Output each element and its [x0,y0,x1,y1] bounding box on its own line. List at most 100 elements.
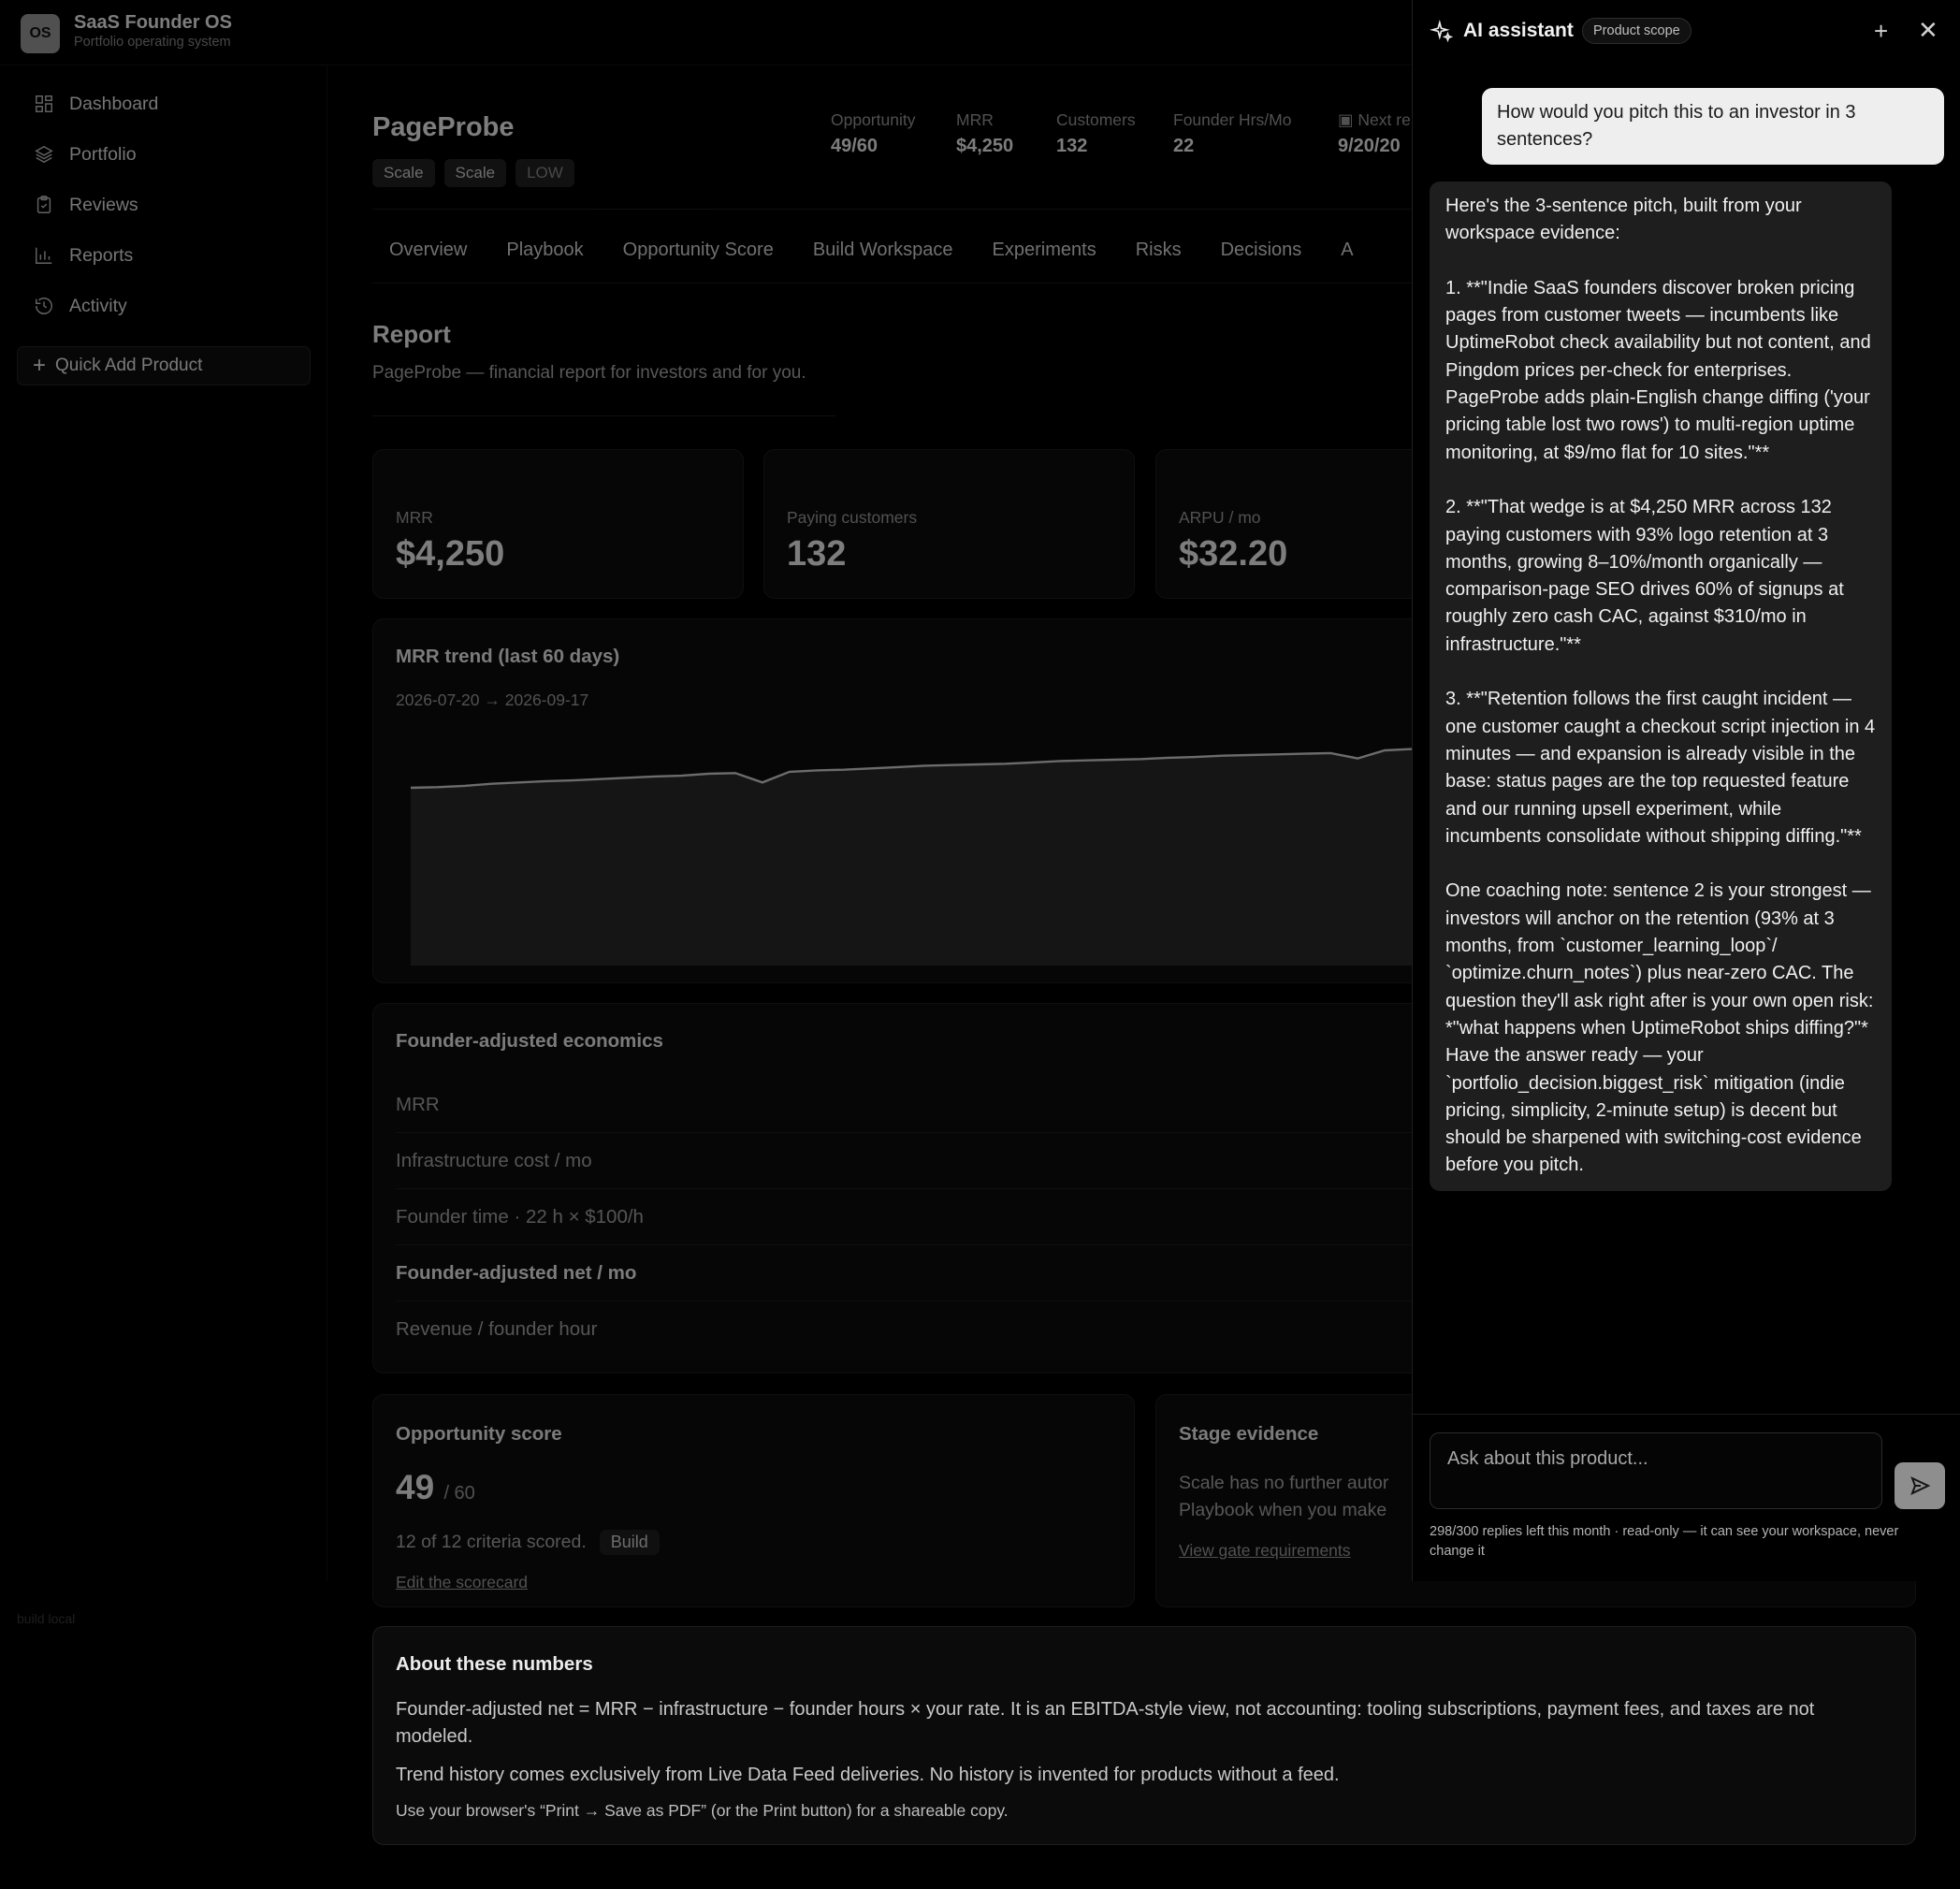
sidebar-item-label: Activity [69,295,127,316]
send-button[interactable] [1895,1462,1945,1509]
about-paragraph: Founder-adjusted net = MRR − infrastruct… [396,1699,1815,1747]
kpi-label: Paying customers [787,508,918,527]
sidebar-item-reports[interactable]: Reports [34,238,133,273]
metric-value: 132 [1056,136,1088,156]
assistant-footer-note: 298/300 replies left this month · read-o… [1430,1524,1899,1559]
product-tabs: Overview Playbook Opportunity Score Buil… [372,240,1371,261]
edit-scorecard-link[interactable]: Edit the scorecard [396,1573,528,1592]
tab-overview[interactable]: Overview [372,240,484,261]
metric-next-review: ▣ Next re 9/20/20 [1338,110,1411,157]
ai-assistant-panel: AI assistant Product scope + ✕ How would… [1412,0,1960,1581]
chart-title: MRR trend (last 60 days) [396,646,620,667]
product-chips: Scale Scale LOW [372,159,574,187]
metric-label: MRR [956,110,994,129]
metric-value: 22 [1173,136,1195,156]
metric-label: Customers [1056,110,1136,129]
user-message: How would you pitch this to an investor … [1482,88,1944,165]
score-title: Opportunity score [396,1423,562,1445]
close-icon[interactable]: ✕ [1918,18,1938,42]
send-icon [1910,1476,1931,1495]
tab-experiments[interactable]: Experiments [976,240,1113,261]
stage-chip: Scale [372,159,435,187]
quick-add-product-button[interactable]: + Quick Add Product [17,346,311,385]
divider [372,415,835,416]
tab-build-workspace[interactable]: Build Workspace [796,240,970,261]
scope-badge: Product scope [1582,18,1691,44]
kpi-value: 132 [787,534,847,574]
metric-label: Opportunity [831,110,916,129]
opportunity-score-card: Opportunity score 49 / 60 12 of 12 crite… [372,1394,1135,1607]
sidebar-item-label: Reports [69,244,134,266]
dashboard-icon [36,95,52,112]
about-numbers-card: About these numbers Founder-adjusted net… [372,1626,1916,1845]
sidebar-item-label: Reviews [69,194,138,215]
score-badge: Build [599,1530,660,1555]
app-name: SaaS Founder OS [74,12,232,33]
score-note-text: 12 of 12 criteria scored. [396,1532,587,1552]
product-title: PageProbe [372,112,515,142]
score-note: 12 of 12 criteria scored. Build [396,1530,660,1555]
metric-value: 9/20/20 [1338,136,1401,156]
new-chat-button[interactable]: + [1874,19,1888,43]
kpi-value: $4,250 [396,534,505,574]
ask-input[interactable] [1430,1432,1882,1509]
metric-opportunity: Opportunity 49/60 [831,110,915,157]
risk-chip: LOW [515,159,574,187]
metric-label-text: Next re [1357,110,1411,129]
tab-risks[interactable]: Risks [1119,240,1198,261]
plus-icon: + [33,353,47,378]
tab-decisions[interactable]: Decisions [1204,240,1319,261]
sidebar-item-label: Dashboard [69,93,159,114]
tab-playbook[interactable]: Playbook [489,240,600,261]
sidebar-item-dashboard[interactable]: Dashboard [34,86,158,122]
metric-customers: Customers 132 [1056,110,1136,157]
view-gate-requirements-link[interactable]: View gate requirements [1179,1541,1351,1561]
sidebar-item-portfolio[interactable]: Portfolio [34,137,137,172]
metric-value: 49/60 [831,136,878,156]
sidebar: Dashboard Portfolio Reviews Reports Acti… [0,65,327,1626]
divider [1413,1414,1960,1415]
score-number: 49 [396,1468,435,1506]
metric-mrr: MRR $4,250 [956,110,1013,157]
build-label: build local [17,1611,76,1626]
kpi-card-customers: Paying customers 132 [763,449,1135,599]
sidebar-item-reviews[interactable]: Reviews [34,187,138,223]
score-value: 49 / 60 [396,1468,475,1507]
calendar-icon: ▣ [1338,110,1358,129]
ai-panel-title: AI assistant [1463,20,1574,41]
economics-row-mrr: MRR [396,1077,1425,1133]
sidebar-item-label: Portfolio [69,143,137,165]
kpi-label: MRR [396,508,433,527]
metric-label: ▣ Next re [1338,110,1411,130]
layers-icon [35,145,53,164]
app-tagline: Portfolio operating system [74,35,231,50]
kpi-card-mrr: MRR $4,250 [372,449,744,599]
assistant-paragraph: 2. **"That wedge is at $4,250 MRR across… [1445,497,1844,655]
app-logo: OS [21,14,60,53]
assistant-paragraph: One coaching note: sentence 2 is your st… [1445,880,1874,1176]
quick-add-label: Quick Add Product [55,356,203,375]
report-subtitle: PageProbe — financial report for investo… [372,363,806,383]
kpi-label: ARPU / mo [1179,508,1261,527]
report-title: Report [372,320,451,348]
sparkle-icon [1430,20,1454,43]
assistant-paragraph: 1. **"Indie SaaS founders discover broke… [1445,277,1871,463]
economics-title: Founder-adjusted economics [396,1030,663,1052]
about-paragraph: Trend history comes exclusively from Liv… [396,1765,1340,1785]
tab-opportunity-score[interactable]: Opportunity Score [606,240,791,261]
stage-title: Stage evidence [1179,1423,1319,1445]
about-print-hint: Use your browser's “Print → Save as PDF”… [396,1801,1009,1820]
tab-more[interactable]: A [1324,240,1370,261]
stage-text-line: Scale has no further autor [1179,1473,1389,1493]
economics-row-net: Founder-adjusted net / mo [396,1245,1425,1301]
sidebar-item-activity[interactable]: Activity [34,288,127,324]
bar-chart-icon [36,247,52,264]
economics-row-infrastructure: Infrastructure cost / mo [396,1133,1425,1189]
assistant-paragraph: 3. **"Retention follows the first caught… [1445,689,1876,847]
kpi-value: $32.20 [1179,534,1288,574]
assistant-paragraph: Here's the 3-sentence pitch, built from … [1445,196,1802,244]
metric-value: $4,250 [956,136,1014,156]
stage-text: Scale has no further autor Playbook when… [1179,1470,1388,1524]
metric-founder-hours: Founder Hrs/Mo 22 [1173,110,1291,157]
economics-row-revenue-per-hour: Revenue / founder hour [396,1318,598,1340]
